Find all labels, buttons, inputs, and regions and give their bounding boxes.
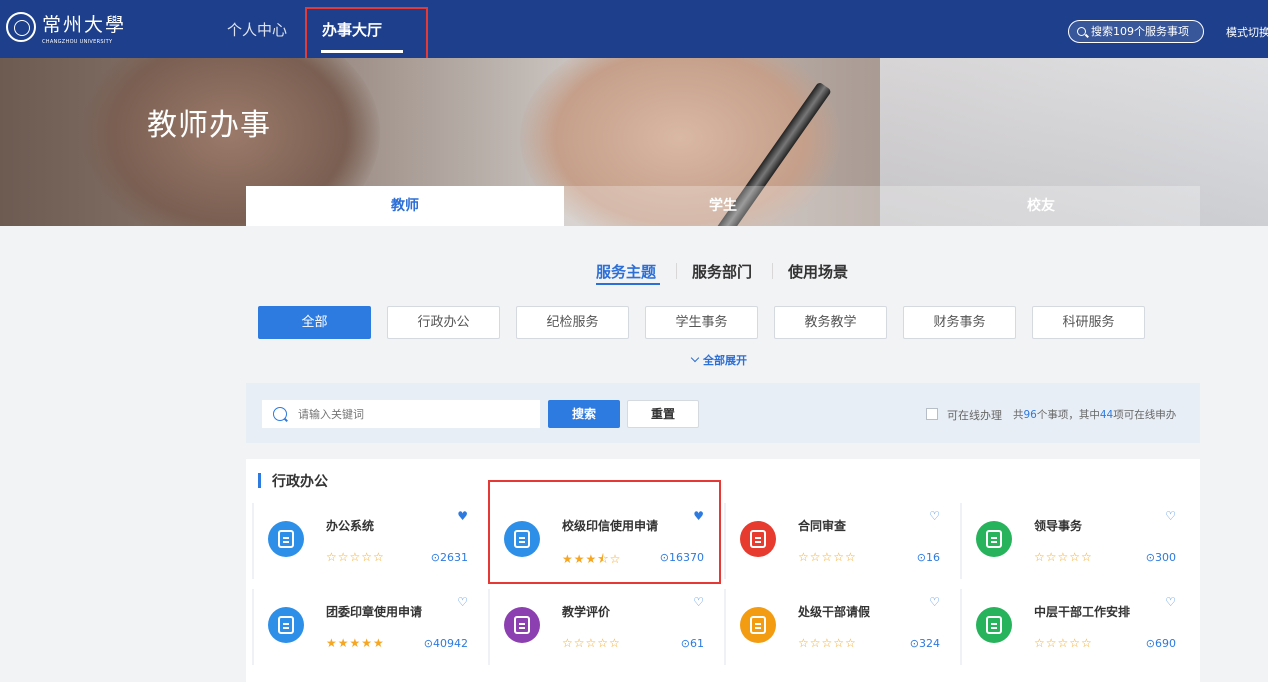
tab-student[interactable]: 学生 bbox=[564, 186, 882, 226]
top-navbar: 常州大學 CHANGZHOU UNIVERSITY 个人中心 办事大厅 搜索10… bbox=[0, 0, 1268, 58]
tab-teacher[interactable]: 教师 bbox=[246, 186, 564, 226]
category-service-department[interactable]: 服务部门 bbox=[692, 261, 752, 282]
service-card-title: 处级干部请假 bbox=[798, 605, 871, 619]
service-card[interactable]: 团委印章使用申请 ★★★★★ ⊙40942 ♡ bbox=[252, 589, 480, 665]
favorite-heart-icon[interactable]: ♡ bbox=[929, 509, 940, 523]
search-button[interactable]: 搜索 bbox=[548, 400, 620, 428]
filter-finance[interactable]: 财务事务 bbox=[903, 306, 1016, 339]
user-check-icon bbox=[740, 607, 776, 643]
favorite-heart-icon[interactable]: ♡ bbox=[1165, 595, 1176, 609]
document-icon bbox=[268, 607, 304, 643]
service-card-title: 团委印章使用申请 bbox=[326, 605, 423, 619]
search-icon bbox=[1077, 27, 1086, 36]
service-card-title: 中层干部工作安排 bbox=[1034, 605, 1131, 619]
reset-button[interactable]: 重置 bbox=[627, 400, 699, 428]
count-suffix: 项可在线申办 bbox=[1113, 409, 1177, 421]
page-title: 教师办事 bbox=[147, 108, 271, 143]
category-active-underline bbox=[596, 283, 660, 285]
view-count: ⊙690 bbox=[1145, 637, 1176, 650]
university-logo[interactable]: 常州大學 CHANGZHOU UNIVERSITY bbox=[6, 12, 126, 48]
total-count: 96 bbox=[1023, 409, 1037, 421]
global-search[interactable]: 搜索109个服务事项 bbox=[1068, 20, 1204, 43]
expand-all-label: 全部展开 bbox=[703, 354, 747, 367]
view-count: ⊙16 bbox=[916, 551, 940, 564]
service-card[interactable]: 教学评价 ☆☆☆☆☆ ⊙61 ♡ bbox=[488, 589, 716, 665]
university-emblem-icon bbox=[6, 12, 36, 42]
section-title-bar bbox=[258, 473, 261, 488]
service-card[interactable]: 合同审查 ☆☆☆☆☆ ⊙16 ♡ bbox=[724, 503, 952, 579]
online-checkbox-label: 可在线办理 bbox=[947, 409, 1002, 422]
favorite-heart-icon[interactable]: ♥ bbox=[457, 509, 468, 523]
role-tabs: 教师 学生 校友 bbox=[246, 186, 1200, 226]
filter-student-affairs[interactable]: 学生事务 bbox=[645, 306, 758, 339]
online-checkbox[interactable] bbox=[926, 408, 938, 420]
highlight-box-card bbox=[488, 480, 721, 584]
favorite-heart-icon[interactable]: ♡ bbox=[693, 595, 704, 609]
filter-administration[interactable]: 行政办公 bbox=[387, 306, 500, 339]
services-section: 行政办公 办公系统 ☆☆☆☆☆ ⊙2631 ♥ 校级印信使用申请 ★★★⯪☆ ⊙… bbox=[246, 459, 1200, 682]
view-count: ⊙324 bbox=[909, 637, 940, 650]
service-card[interactable]: 办公系统 ☆☆☆☆☆ ⊙2631 ♥ bbox=[252, 503, 480, 579]
category-usage-scenario[interactable]: 使用场景 bbox=[788, 261, 848, 282]
rating-stars: ☆☆☆☆☆ bbox=[1034, 636, 1093, 650]
count-prefix: 共 bbox=[1013, 409, 1024, 421]
rating-stars: ☆☆☆☆☆ bbox=[326, 550, 385, 564]
logo-subtitle: CHANGZHOU UNIVERSITY bbox=[42, 39, 113, 45]
service-card[interactable]: 领导事务 ☆☆☆☆☆ ⊙300 ♡ bbox=[960, 503, 1188, 579]
section-title: 行政办公 bbox=[272, 474, 328, 490]
search-icon bbox=[273, 407, 287, 421]
logo-name: 常州大學 bbox=[42, 14, 127, 36]
view-count: ⊙2631 bbox=[430, 551, 468, 564]
filter-discipline[interactable]: 纪检服务 bbox=[516, 306, 629, 339]
filter-all[interactable]: 全部 bbox=[258, 306, 371, 339]
view-count: ⊙300 bbox=[1145, 551, 1176, 564]
tab-alumni[interactable]: 校友 bbox=[882, 186, 1200, 226]
item-count-summary: 共96个事项，其中44项可在线申办 bbox=[1013, 407, 1176, 422]
expand-all-link[interactable]: 全部展开 bbox=[690, 352, 747, 368]
rating-stars: ☆☆☆☆☆ bbox=[798, 550, 857, 564]
service-card-title: 办公系统 bbox=[326, 519, 375, 533]
service-card-title: 合同审查 bbox=[798, 519, 847, 533]
service-card-title: 领导事务 bbox=[1034, 519, 1083, 533]
view-count: ⊙40942 bbox=[423, 637, 468, 650]
count-mid: 个事项，其中 bbox=[1036, 409, 1100, 421]
favorite-heart-icon[interactable]: ♡ bbox=[929, 595, 940, 609]
keyword-input[interactable] bbox=[262, 400, 540, 428]
rating-stars: ☆☆☆☆☆ bbox=[562, 636, 621, 650]
category-service-theme[interactable]: 服务主题 bbox=[596, 261, 656, 282]
online-count: 44 bbox=[1099, 409, 1114, 421]
rating-stars: ★★★★★ bbox=[326, 636, 385, 650]
filter-teaching[interactable]: 教务教学 bbox=[774, 306, 887, 339]
favorite-heart-icon[interactable]: ♡ bbox=[1165, 509, 1176, 523]
upload-icon bbox=[504, 607, 540, 643]
favorite-heart-icon[interactable]: ♡ bbox=[457, 595, 468, 609]
divider bbox=[772, 263, 773, 279]
service-card[interactable]: 中层干部工作安排 ☆☆☆☆☆ ⊙690 ♡ bbox=[960, 589, 1188, 665]
rating-stars: ☆☆☆☆☆ bbox=[1034, 550, 1093, 564]
nav-personal-center[interactable]: 个人中心 bbox=[227, 20, 287, 40]
clipboard-icon bbox=[976, 521, 1012, 557]
mode-switch-link[interactable]: 模式切换 bbox=[1226, 24, 1268, 40]
rating-stars: ☆☆☆☆☆ bbox=[798, 636, 857, 650]
divider bbox=[676, 263, 677, 279]
search-panel: 搜索 重置 可在线办理 共96个事项，其中44项可在线申办 bbox=[246, 383, 1200, 443]
clipboard-icon bbox=[740, 521, 776, 557]
office-system-icon bbox=[268, 521, 304, 557]
chevron-down-icon bbox=[690, 353, 700, 363]
service-card-title: 教学评价 bbox=[562, 605, 611, 619]
service-card[interactable]: 处级干部请假 ☆☆☆☆☆ ⊙324 ♡ bbox=[724, 589, 952, 665]
calendar-icon bbox=[976, 607, 1012, 643]
global-search-placeholder: 搜索109个服务事项 bbox=[1091, 25, 1189, 38]
view-count: ⊙61 bbox=[680, 637, 704, 650]
filter-research[interactable]: 科研服务 bbox=[1032, 306, 1145, 339]
highlight-box-nav bbox=[305, 7, 428, 65]
